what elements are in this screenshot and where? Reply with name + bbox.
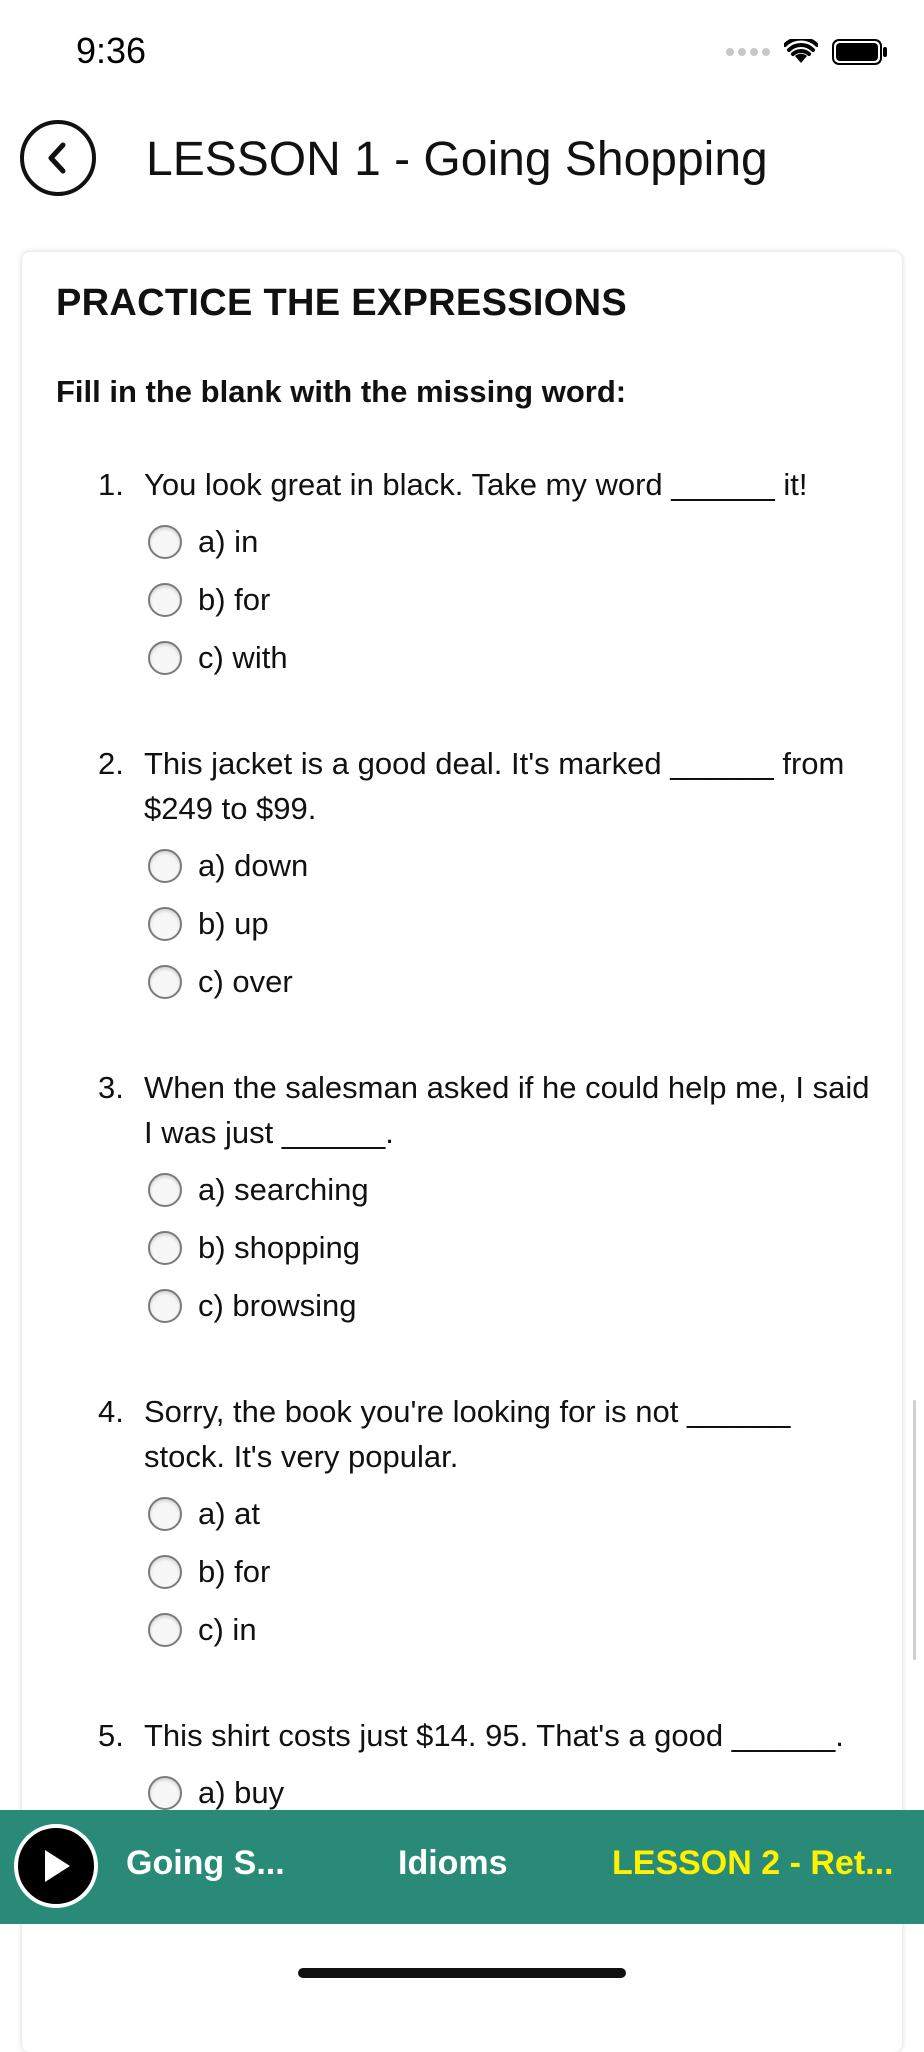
instruction-text: Fill in the blank with the missing word: bbox=[56, 374, 627, 409]
option-a[interactable]: a) searching bbox=[22, 1161, 902, 1219]
option-b[interactable]: b) for bbox=[22, 571, 902, 629]
back-button[interactable] bbox=[20, 120, 96, 196]
option-c[interactable]: c) browsing bbox=[22, 1277, 902, 1335]
option-b[interactable]: b) shopping bbox=[22, 1219, 902, 1277]
radio-button[interactable] bbox=[148, 1776, 182, 1810]
question-number: 1. bbox=[98, 467, 124, 502]
option-a[interactable]: a) down bbox=[22, 837, 902, 895]
question-text: When the salesman asked if he could help… bbox=[144, 1070, 870, 1150]
play-icon bbox=[45, 1850, 70, 1882]
question-2: 2. This jacket is a good deal. It's mark… bbox=[22, 741, 902, 1011]
option-a[interactable]: a) at bbox=[22, 1485, 902, 1543]
question-4: 4. Sorry, the book you're looking for is… bbox=[22, 1389, 902, 1659]
option-label: a) down bbox=[198, 848, 309, 883]
question-3: 3. When the salesman asked if he could h… bbox=[22, 1065, 902, 1335]
option-label: c) with bbox=[198, 640, 288, 675]
status-icons bbox=[726, 38, 888, 66]
option-label: b) up bbox=[198, 906, 269, 941]
section-title: PRACTICE THE EXPRESSIONS bbox=[56, 282, 627, 324]
question-number: 5. bbox=[98, 1718, 124, 1753]
wifi-icon bbox=[784, 39, 818, 63]
option-label: a) buy bbox=[198, 1775, 285, 1810]
option-label: a) searching bbox=[198, 1172, 369, 1207]
radio-button[interactable] bbox=[148, 1231, 182, 1265]
option-label: a) at bbox=[198, 1496, 261, 1531]
question-list: 1. You look great in black. Take my word… bbox=[22, 462, 902, 1934]
question-number: 4. bbox=[98, 1394, 124, 1429]
question-number: 3. bbox=[98, 1070, 124, 1105]
radio-button[interactable] bbox=[148, 1497, 182, 1531]
exercise-card: PRACTICE THE EXPRESSIONS Fill in the bla… bbox=[22, 252, 902, 2052]
status-time: 9:36 bbox=[76, 30, 147, 71]
scrollbar[interactable] bbox=[913, 1400, 916, 1660]
home-indicator[interactable] bbox=[298, 1968, 626, 1978]
radio-button[interactable] bbox=[148, 965, 182, 999]
option-c[interactable]: c) over bbox=[22, 953, 902, 1011]
radio-button[interactable] bbox=[148, 1613, 182, 1647]
status-bar: 9:36 bbox=[0, 0, 924, 110]
tab-going-shopping[interactable]: Going S... bbox=[126, 1844, 285, 1883]
header: LESSON 1 - Going Shopping bbox=[0, 110, 924, 240]
play-button[interactable] bbox=[14, 1824, 98, 1908]
radio-button[interactable] bbox=[148, 849, 182, 883]
radio-button[interactable] bbox=[148, 525, 182, 559]
radio-button[interactable] bbox=[148, 583, 182, 617]
page-title: LESSON 1 - Going Shopping bbox=[146, 133, 768, 186]
bottom-tab-bar: Going S... Idioms LESSON 2 - Ret... bbox=[0, 1810, 924, 1924]
option-b[interactable]: b) up bbox=[22, 895, 902, 953]
chevron-left-icon bbox=[48, 142, 66, 174]
radio-button[interactable] bbox=[148, 907, 182, 941]
radio-button[interactable] bbox=[148, 1289, 182, 1323]
option-label: b) for bbox=[198, 582, 271, 617]
radio-button[interactable] bbox=[148, 1555, 182, 1589]
signal-dots-icon bbox=[726, 48, 770, 56]
question-text: This shirt costs just $14. 95. That's a … bbox=[144, 1718, 844, 1753]
radio-button[interactable] bbox=[148, 1173, 182, 1207]
question-text: You look great in black. Take my word __… bbox=[144, 467, 808, 502]
tab-lesson-2[interactable]: LESSON 2 - Ret... bbox=[612, 1844, 894, 1883]
option-label: a) in bbox=[198, 524, 259, 559]
option-a[interactable]: a) in bbox=[22, 513, 902, 571]
option-label: b) shopping bbox=[198, 1230, 361, 1265]
question-1: 1. You look great in black. Take my word… bbox=[22, 462, 902, 687]
question-number: 2. bbox=[98, 746, 124, 781]
option-label: b) for bbox=[198, 1554, 271, 1589]
option-label: c) over bbox=[198, 964, 293, 999]
tab-idioms[interactable]: Idioms bbox=[398, 1844, 508, 1883]
radio-button[interactable] bbox=[148, 641, 182, 675]
option-b[interactable]: b) for bbox=[22, 1543, 902, 1601]
question-text: This jacket is a good deal. It's marked … bbox=[144, 746, 845, 826]
question-text: Sorry, the book you're looking for is no… bbox=[144, 1394, 791, 1474]
option-c[interactable]: c) with bbox=[22, 629, 902, 687]
option-label: c) browsing bbox=[198, 1288, 357, 1323]
battery-icon bbox=[832, 39, 887, 65]
option-label: c) in bbox=[198, 1612, 257, 1647]
option-c[interactable]: c) in bbox=[22, 1601, 902, 1659]
